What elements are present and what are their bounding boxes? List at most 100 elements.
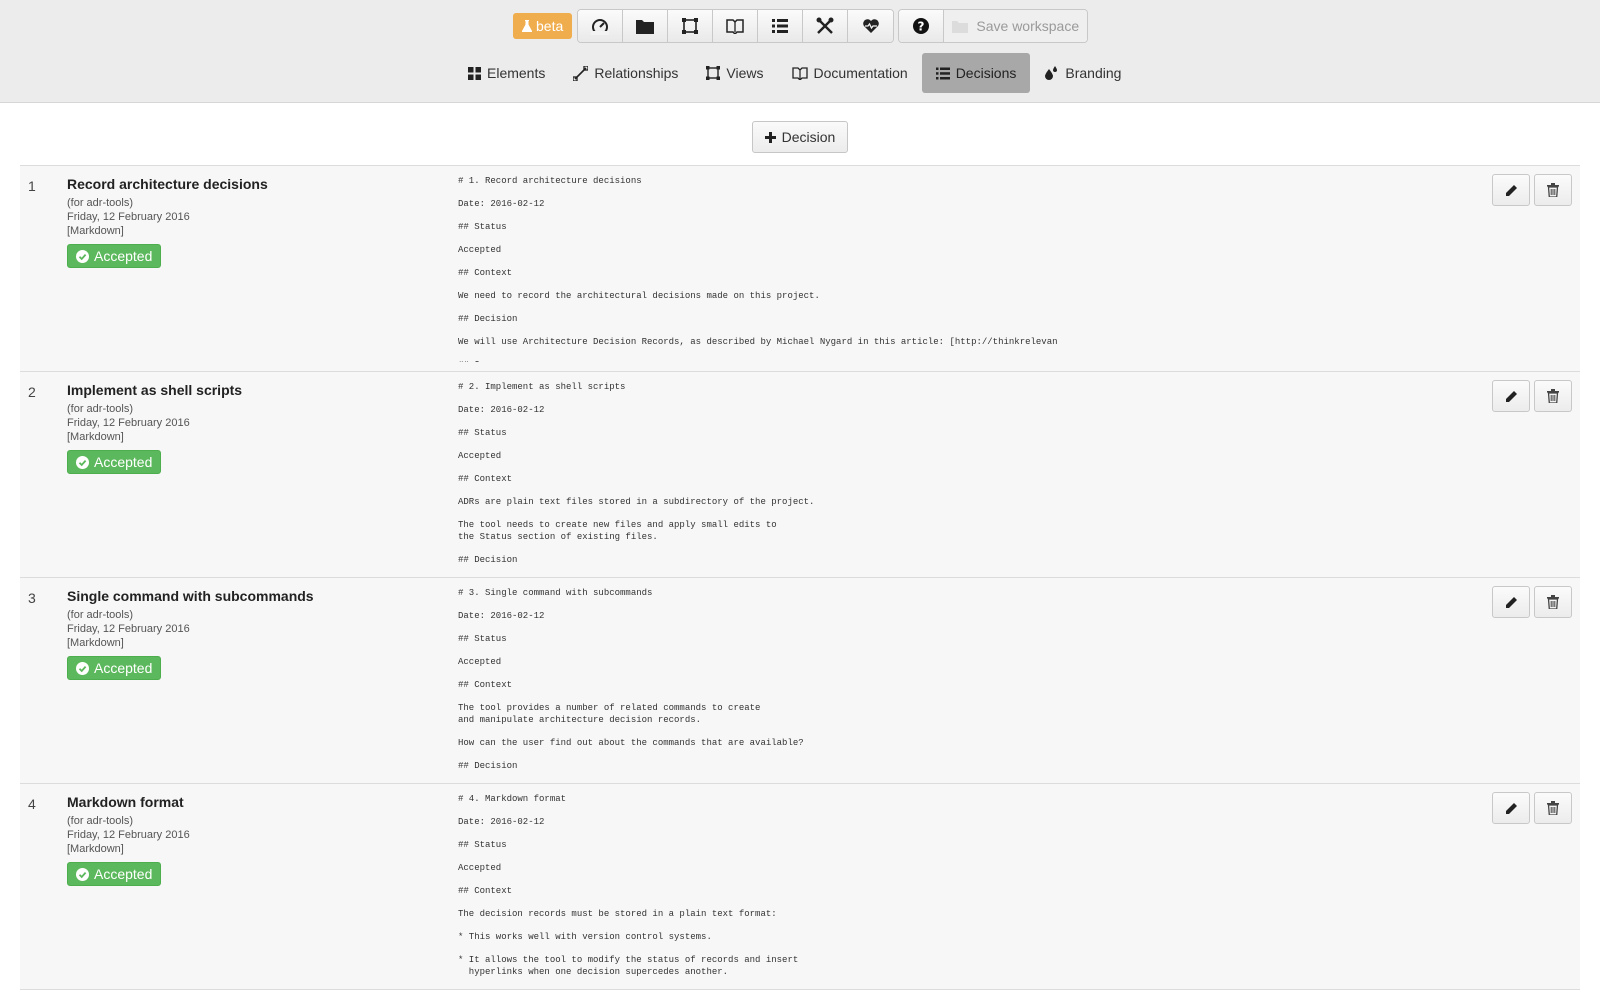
add-decision-label: Decision [781, 129, 836, 145]
toolbar: beta ? Save workspace [513, 9, 1089, 43]
views-icon [706, 66, 721, 80]
top-bar: beta ? Save workspace Elements Relations… [0, 0, 1600, 103]
list-end-divider [20, 989, 1580, 990]
tab-documentation[interactable]: Documentation [778, 53, 922, 93]
decisions-icon[interactable] [758, 10, 804, 42]
decision-format: [Markdown] [67, 225, 124, 237]
relationship-icon [573, 65, 589, 81]
flask-icon [522, 20, 532, 32]
decision-actions [1492, 380, 1572, 412]
edit-button[interactable] [1492, 380, 1530, 412]
decision-actions [1492, 792, 1572, 824]
save-workspace-button[interactable]: Save workspace [944, 10, 1088, 42]
tab-label: Documentation [813, 65, 908, 81]
status-badge: Accepted [67, 244, 162, 268]
decision-content: # 1. Record architecture decisions Date:… [458, 176, 1058, 362]
list-icon [935, 67, 950, 79]
tab-label: Branding [1065, 65, 1122, 81]
tab-relationships[interactable]: Relationships [559, 53, 692, 93]
delete-button[interactable] [1534, 586, 1572, 618]
decision-date: Friday, 12 February 2016 [67, 417, 190, 429]
dashboard-icon[interactable] [578, 10, 624, 42]
check-circle-icon [76, 867, 89, 881]
check-circle-icon [76, 249, 89, 263]
trash-icon [1547, 801, 1559, 815]
health-icon[interactable] [848, 10, 894, 42]
status-label: Accepted [94, 454, 153, 470]
tab-views[interactable]: Views [692, 53, 777, 93]
tab-elements[interactable]: Elements [454, 53, 559, 93]
views-icon[interactable] [668, 10, 714, 42]
decision-title: Record architecture decisions [67, 176, 268, 192]
decision-actions [1492, 174, 1572, 206]
plus-icon [764, 131, 776, 143]
decision-scope: (for adr-tools) [67, 197, 134, 209]
status-label: Accepted [94, 866, 153, 882]
decision-title: Markdown format [67, 794, 184, 810]
beta-label: beta [536, 18, 564, 34]
trash-icon [1547, 595, 1559, 609]
decision-meta: Single command with subcommands (for adr… [67, 588, 447, 680]
documentation-icon[interactable] [713, 10, 759, 42]
check-circle-icon [76, 455, 89, 469]
status-badge: Accepted [67, 862, 162, 886]
decision-row: 1 Record architecture decisions (for adr… [20, 165, 1580, 371]
pencil-icon [1505, 596, 1517, 608]
toolbar-main-group [577, 9, 895, 43]
book-icon [791, 67, 808, 80]
beta-badge: beta [513, 13, 573, 39]
edit-button[interactable] [1492, 586, 1530, 618]
edit-button[interactable] [1492, 792, 1530, 824]
decision-number: 1 [28, 178, 36, 194]
decision-row: 3 Single command with subcommands (for a… [20, 577, 1580, 783]
tab-decisions[interactable]: Decisions [921, 53, 1031, 93]
decision-row: 2 Implement as shell scripts (for adr-to… [20, 371, 1580, 577]
decision-format: [Markdown] [67, 637, 124, 649]
decision-date: Friday, 12 February 2016 [67, 623, 190, 635]
decision-title: Single command with subcommands [67, 588, 314, 604]
trash-icon [1547, 183, 1559, 197]
add-decision-button[interactable]: Decision [751, 121, 849, 153]
tools-icon[interactable] [803, 10, 849, 42]
folder-icon[interactable] [623, 10, 669, 42]
edit-button[interactable] [1492, 174, 1530, 206]
folder-icon [952, 21, 969, 33]
decision-date: Friday, 12 February 2016 [67, 211, 190, 223]
trash-icon [1547, 389, 1559, 403]
decision-scope: (for adr-tools) [67, 403, 134, 415]
decision-content: # 2. Implement as shell scripts Date: 20… [458, 382, 815, 565]
decision-meta: Record architecture decisions (for adr-t… [67, 176, 447, 268]
decision-title: Implement as shell scripts [67, 382, 243, 398]
status-badge: Accepted [67, 656, 162, 680]
decision-content: # 4. Markdown format Date: 2016-02-12 ##… [458, 794, 799, 977]
tab-bar: Elements Relationships Views Documentati… [454, 53, 1135, 93]
decision-meta: Markdown format (for adr-tools) Friday, … [67, 794, 447, 886]
delete-button[interactable] [1534, 174, 1572, 206]
decision-actions [1492, 586, 1572, 618]
check-circle-icon [76, 661, 89, 675]
decision-meta: Implement as shell scripts (for adr-tool… [67, 382, 447, 474]
save-workspace-label: Save workspace [976, 18, 1080, 34]
tab-branding[interactable]: Branding [1030, 53, 1135, 93]
pencil-icon [1505, 802, 1517, 814]
tab-label: Views [726, 65, 764, 81]
grid-icon [468, 66, 481, 80]
toolbar-help-group: ? Save workspace [898, 9, 1089, 43]
decision-row: 4 Markdown format (for adr-tools) Friday… [20, 783, 1580, 989]
tab-label: Elements [487, 65, 546, 81]
decision-number: 4 [28, 796, 36, 812]
delete-button[interactable] [1534, 380, 1572, 412]
drops-icon [1045, 66, 1058, 80]
delete-button[interactable] [1534, 792, 1572, 824]
decision-content: # 3. Single command with subcommands Dat… [458, 588, 804, 771]
decisions-panel: Decision 1 Record architecture decisions… [0, 103, 1600, 990]
tab-label: Relationships [594, 65, 679, 81]
pencil-icon [1505, 184, 1517, 196]
decision-format: [Markdown] [67, 431, 124, 443]
status-label: Accepted [94, 248, 153, 264]
decision-format: [Markdown] [67, 843, 124, 855]
decision-scope: (for adr-tools) [67, 609, 134, 621]
help-icon[interactable]: ? [899, 10, 945, 42]
decision-number: 2 [28, 384, 36, 400]
decision-scope: (for adr-tools) [67, 815, 134, 827]
